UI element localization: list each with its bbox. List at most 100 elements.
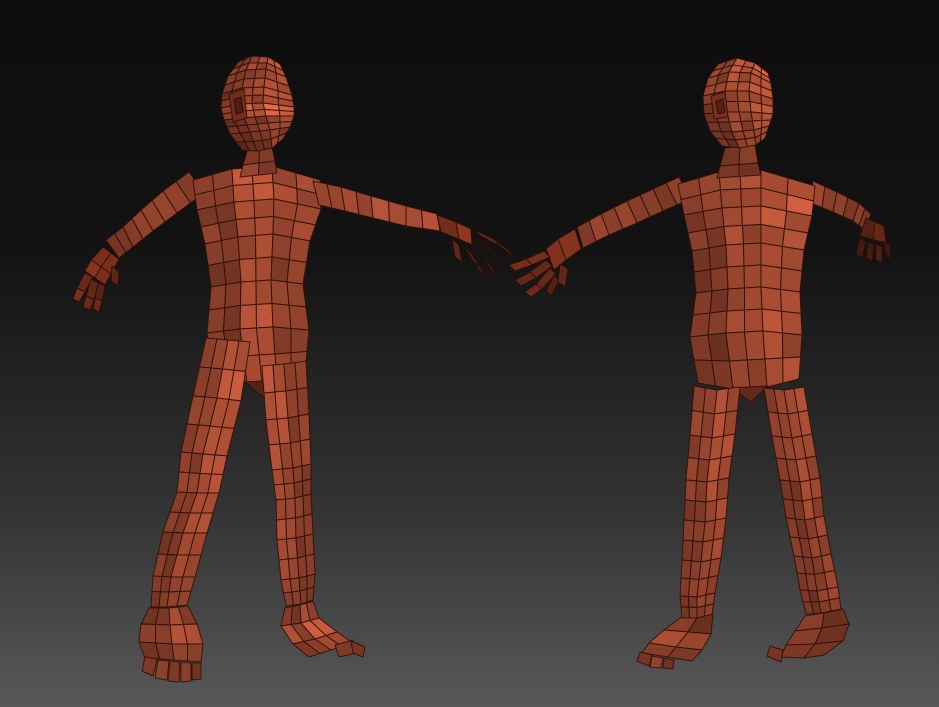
basemesh-back-figure-back-torso-face bbox=[746, 358, 768, 389]
basemesh-front-figure-right-leg-face bbox=[303, 513, 314, 537]
basemesh-back-figure-head-face bbox=[724, 90, 739, 102]
basemesh-front-figure-torso-face bbox=[255, 256, 273, 282]
basemesh-back-figure-right-leg-face bbox=[828, 597, 842, 612]
basemesh-front-figure-right-arm-face bbox=[388, 200, 407, 227]
basemesh-front-figure-right-leg-face bbox=[298, 575, 308, 592]
basemesh-front-figure-torso-face bbox=[290, 328, 310, 354]
basemesh-back-figure-back-torso-face bbox=[721, 206, 743, 227]
basemesh-back-figure-left-leg-face bbox=[694, 500, 707, 523]
basemesh-front-figure-right-leg-face bbox=[294, 360, 308, 390]
basemesh-front-figure-torso-face bbox=[223, 259, 242, 285]
basemesh-front-figure-left-foot-face bbox=[187, 643, 204, 663]
basemesh-front-figure-neck-face bbox=[239, 162, 260, 178]
basemesh-back-figure-back-torso-face bbox=[689, 312, 711, 338]
basemesh-back-figure-right-finger-face bbox=[875, 243, 883, 264]
basemesh-front-figure-left-foot-toe-face bbox=[180, 661, 192, 683]
basemesh-back-figure-back-torso-face bbox=[707, 310, 728, 336]
basemesh-front-figure-torso-face bbox=[221, 236, 240, 263]
basemesh-back-figure-back-torso-face bbox=[760, 264, 782, 290]
basemesh-back-figure-left-leg-face bbox=[712, 517, 727, 541]
basemesh-back-figure-right-leg-face bbox=[824, 570, 839, 590]
figure-back-view[interactable] bbox=[508, 57, 892, 670]
basemesh-front-figure-torso-face bbox=[239, 257, 257, 283]
basemesh-back-figure-left-thumb-face bbox=[557, 263, 569, 288]
basemesh-front-figure-torso-face bbox=[252, 182, 275, 201]
basemesh-front-figure-right-middle-finger-face bbox=[490, 249, 510, 270]
basemesh-back-figure-back-torso-face bbox=[781, 310, 803, 336]
basemesh-back-figure-right-finger-face bbox=[865, 241, 875, 262]
basemesh-front-figure-right-leg-face bbox=[301, 463, 312, 482]
basemesh-front-figure-right-leg-face bbox=[299, 438, 312, 467]
basemesh-front-figure-torso-face bbox=[239, 304, 257, 330]
basemesh-front-figure-right-thumb-face bbox=[451, 238, 463, 263]
basemesh-back-figure-left-leg-face bbox=[679, 595, 690, 608]
basemesh-back-figure-back-torso-face bbox=[780, 267, 803, 293]
basemesh-back-figure-back-torso-face bbox=[764, 357, 784, 388]
basemesh-front-figure-left-foot-toe-face bbox=[141, 656, 158, 677]
basemesh-back-figure-head-face bbox=[738, 72, 752, 83]
basemesh-front-figure-torso-face bbox=[237, 235, 257, 260]
basemesh-back-figure-back-torso-face bbox=[720, 188, 742, 209]
basemesh-back-figure-head-face bbox=[749, 101, 763, 114]
basemesh-back-figure-back-torso-face bbox=[744, 330, 766, 361]
basemesh-back-figure-head-face bbox=[725, 101, 740, 113]
basemesh-front-figure-right-index-finger-face bbox=[494, 239, 515, 258]
basemesh-front-figure-right-leg-face bbox=[298, 413, 311, 442]
basemesh-front-figure-right-leg-face bbox=[304, 533, 315, 557]
basemesh-back-figure-right-leg-face bbox=[811, 496, 825, 519]
basemesh-front-figure-torso-face bbox=[233, 200, 256, 220]
basemesh-back-figure-back-torso-face bbox=[744, 308, 764, 333]
basemesh-front-figure-right-leg-face bbox=[283, 482, 296, 500]
basemesh-front-figure-torso-face bbox=[272, 326, 292, 355]
basemesh-front-figure-torso-face bbox=[286, 281, 307, 308]
basemesh-front-figure-right-pinky-finger-face bbox=[473, 261, 488, 279]
basemesh-back-figure-right-finger-face bbox=[883, 241, 892, 260]
basemesh-back-figure-back-torso-face bbox=[708, 244, 728, 270]
basemesh-front-figure-torso-face bbox=[288, 237, 311, 263]
basemesh-back-figure-back-torso-face bbox=[693, 269, 713, 294]
basemesh-front-figure-right-leg-face bbox=[294, 495, 305, 519]
basemesh-back-figure-back-torso-face bbox=[683, 211, 707, 234]
basemesh-front-figure-right-foot-face bbox=[290, 604, 302, 625]
basemesh-back-figure-neck-face bbox=[719, 146, 741, 167]
basemesh-front-figure-right-arm-face bbox=[405, 205, 424, 229]
basemesh-front-figure-right-leg-face bbox=[293, 480, 304, 499]
basemesh-front-figure-head-face bbox=[254, 68, 267, 79]
basemesh-back-figure-back-torso-face bbox=[691, 247, 711, 273]
basemesh-front-figure-torso-face bbox=[224, 281, 242, 309]
basemesh-back-figure-left-leg-face bbox=[710, 537, 724, 561]
basemesh-back-figure-left-leg-face bbox=[715, 497, 728, 521]
sculpt-canvas[interactable] bbox=[0, 0, 939, 707]
basemesh-back-figure-head-face bbox=[740, 120, 755, 132]
basemesh-front-figure-torso-face bbox=[204, 240, 225, 266]
basemesh-back-figure-back-torso-face bbox=[781, 246, 805, 272]
basemesh-back-figure-back-torso-face bbox=[741, 205, 762, 226]
basemesh-back-figure-back-torso-face bbox=[782, 332, 803, 359]
basemesh-back-figure-back-torso-face bbox=[692, 290, 713, 316]
basemesh-front-figure-torso-face bbox=[270, 279, 290, 306]
basemesh-back-figure-back-torso-face bbox=[761, 308, 783, 334]
basemesh-back-figure-left-leg-face bbox=[688, 596, 698, 608]
basemesh-front-figure-right-leg-face bbox=[275, 498, 287, 521]
basemesh-back-figure-left-foot-toe-face bbox=[649, 655, 664, 669]
basemesh-front-figure-left-foot-face bbox=[171, 643, 188, 662]
basemesh-front-figure-right-leg-face bbox=[296, 387, 310, 417]
basemesh-front-figure-torso-face bbox=[207, 262, 227, 288]
figure-front-three-quarter[interactable] bbox=[72, 55, 515, 683]
basemesh-front-figure-right-foot-toe-face bbox=[350, 640, 366, 658]
basemesh-back-figure-left-leg-face bbox=[716, 477, 730, 501]
basemesh-front-figure-right-leg-face bbox=[302, 478, 312, 497]
basemesh-back-figure-back-torso-face bbox=[709, 288, 729, 314]
basemesh-front-figure-torso-face bbox=[208, 284, 227, 311]
basemesh-front-figure-ear-inner-face bbox=[233, 96, 244, 115]
basemesh-back-figure-neck-face bbox=[716, 164, 740, 179]
basemesh-back-figure-right-hand-face bbox=[872, 221, 887, 244]
basemesh-front-figure-left-foot-toe-face bbox=[191, 662, 202, 681]
basemesh-back-figure-head-face bbox=[736, 90, 751, 102]
basemesh-front-figure-right-leg-face bbox=[285, 517, 297, 540]
basemesh-back-figure-back-torso-face bbox=[723, 225, 744, 246]
basemesh-back-figure-left-leg-face bbox=[688, 606, 698, 619]
basemesh-back-figure-back-torso-face bbox=[702, 207, 725, 231]
basemesh-front-figure-torso-face bbox=[288, 304, 310, 331]
basemesh-front-figure-right-leg-face bbox=[306, 586, 315, 603]
